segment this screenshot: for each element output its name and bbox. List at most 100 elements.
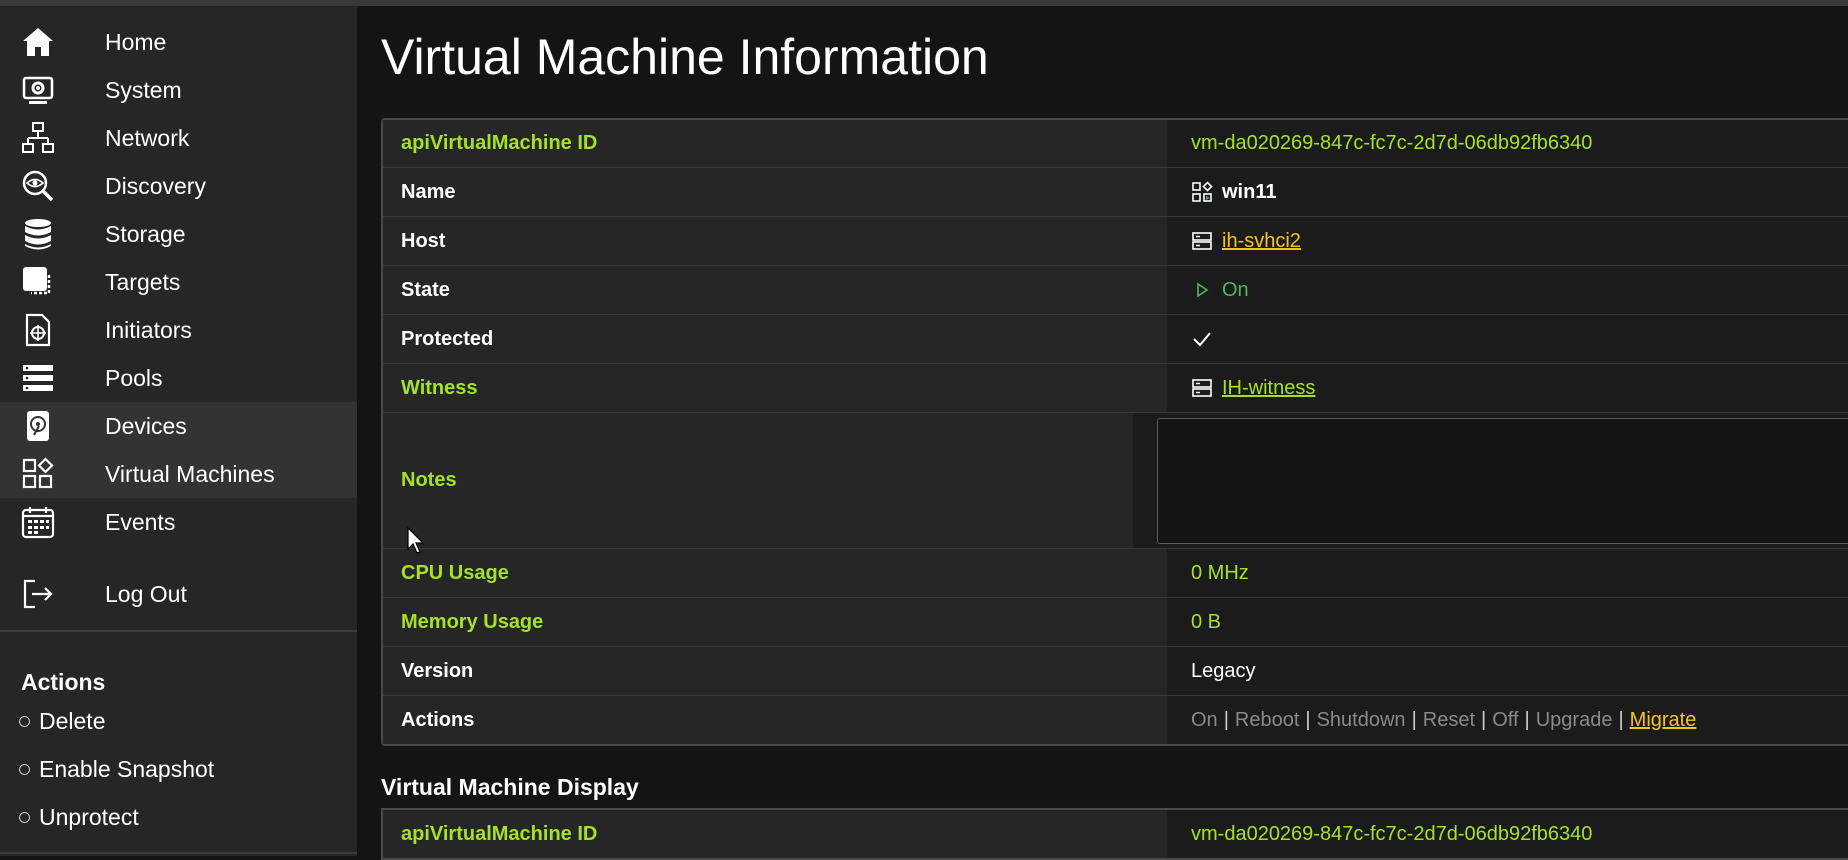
sidebar-divider	[0, 630, 357, 632]
version-label: Version	[383, 647, 1167, 695]
protected-label: Protected	[383, 315, 1167, 363]
name-cell: win11	[1167, 168, 1848, 216]
display-section-title: Virtual Machine Display	[381, 774, 639, 800]
cpu-value: 0 MHz	[1167, 549, 1848, 597]
vm-icon	[1191, 181, 1213, 203]
home-icon	[20, 26, 56, 58]
action-enable-snapshot[interactable]: Enable Snapshot	[19, 756, 214, 783]
action-reboot: Reboot	[1234, 708, 1300, 731]
state-cell: On	[1167, 266, 1848, 314]
virtual-machines-icon	[20, 457, 56, 490]
server-icon	[1191, 377, 1213, 399]
sidebar-divider	[0, 852, 357, 854]
cpu-label: CPU Usage	[383, 549, 1167, 597]
mouse-cursor-icon	[407, 527, 425, 554]
vm-display-table: apiVirtualMachine ID vm-da020269-847c-fc…	[381, 808, 1848, 860]
check-icon	[1191, 328, 1213, 350]
sidebar-item-system[interactable]: System	[0, 66, 357, 114]
sidebar-item-events[interactable]: Events	[0, 498, 357, 546]
actions-cell: On | Reboot | Shutdown | Reset | Off | U…	[1167, 696, 1848, 744]
name-value: win11	[1222, 180, 1277, 203]
witness-link[interactable]: IH-witness	[1222, 377, 1315, 400]
sidebar-item-virtual-machines[interactable]: Virtual Machines	[0, 450, 357, 498]
actions-label: Actions	[383, 696, 1167, 744]
sidebar-item-logout[interactable]: Log Out	[0, 570, 357, 618]
sidebar-item-initiators[interactable]: Initiators	[0, 306, 357, 354]
row-host: Host ih-svhci2	[383, 217, 1848, 266]
row-protected: Protected	[383, 315, 1848, 364]
bullet-icon	[19, 812, 30, 823]
separator: |	[1481, 708, 1487, 731]
action-delete[interactable]: Delete	[19, 708, 105, 735]
sidebar-actions-title: Actions	[21, 669, 106, 695]
sidebar: Home System Network Discovery Storage Ta…	[0, 6, 357, 856]
main-content: Virtual Machine Information apiVirtualMa…	[357, 6, 1848, 860]
action-reset: Reset	[1422, 708, 1476, 731]
row-cpu: CPU Usage 0 MHz	[383, 549, 1848, 598]
action-upgrade: Upgrade	[1535, 708, 1613, 731]
action-shutdown: Shutdown	[1316, 708, 1406, 731]
action-label: Unprotect	[39, 804, 139, 830]
targets-icon	[20, 266, 56, 298]
state-value: On	[1222, 278, 1249, 301]
action-off: Off	[1492, 708, 1519, 731]
sidebar-item-label: Targets	[105, 268, 181, 295]
network-icon	[20, 122, 56, 154]
action-unprotect[interactable]: Unprotect	[19, 804, 139, 831]
row-id: apiVirtualMachine ID vm-da020269-847c-fc…	[383, 120, 1848, 168]
calendar-icon	[20, 506, 56, 539]
row-version: Version Legacy	[383, 647, 1848, 696]
notes-cell	[1133, 413, 1848, 548]
action-on: On	[1191, 708, 1218, 731]
sidebar-item-label: Discovery	[105, 172, 206, 199]
discovery-eye-icon	[20, 170, 56, 202]
row-name: Name win11	[383, 168, 1848, 217]
host-link[interactable]: ih-svhci2	[1222, 230, 1301, 253]
sidebar-item-storage[interactable]: Storage	[0, 210, 357, 258]
sidebar-item-label: Log Out	[105, 580, 187, 607]
sidebar-item-label: Virtual Machines	[105, 460, 275, 487]
action-label: Delete	[39, 708, 106, 734]
sidebar-item-label: Home	[105, 28, 167, 55]
notes-textarea[interactable]	[1157, 417, 1848, 544]
display-id-value: vm-da020269-847c-fc7c-2d7d-06db92fb6340	[1167, 810, 1848, 858]
play-icon	[1191, 279, 1213, 301]
memory-value: 0 B	[1167, 598, 1848, 646]
disk-icon	[20, 410, 56, 442]
action-migrate-link[interactable]: Migrate	[1630, 709, 1697, 732]
vm-info-table: apiVirtualMachine ID vm-da020269-847c-fc…	[381, 118, 1848, 746]
state-label: State	[383, 266, 1167, 314]
database-icon	[20, 218, 56, 250]
sidebar-item-discovery[interactable]: Discovery	[0, 162, 357, 210]
separator: |	[1524, 708, 1530, 731]
sidebar-item-label: Events	[105, 508, 176, 535]
host-label: Host	[383, 217, 1167, 265]
version-value: Legacy	[1167, 647, 1848, 695]
sidebar-item-devices[interactable]: Devices	[0, 402, 357, 450]
separator: |	[1411, 708, 1417, 731]
id-value: vm-da020269-847c-fc7c-2d7d-06db92fb6340	[1167, 120, 1848, 167]
bullet-icon	[19, 764, 30, 775]
row-witness: Witness IH-witness	[383, 364, 1848, 413]
sidebar-item-network[interactable]: Network	[0, 114, 357, 162]
separator: |	[1618, 708, 1624, 731]
separator: |	[1223, 708, 1229, 731]
sidebar-item-label: Storage	[105, 220, 186, 247]
gear-monitor-icon	[20, 74, 56, 106]
sidebar-item-label: System	[105, 76, 182, 103]
host-cell: ih-svhci2	[1167, 217, 1848, 265]
sidebar-item-label: Initiators	[105, 316, 192, 343]
page-title: Virtual Machine Information	[381, 29, 989, 85]
name-label: Name	[383, 168, 1167, 216]
sidebar-item-targets[interactable]: Targets	[0, 258, 357, 306]
row-notes: Notes	[383, 413, 1848, 549]
initiators-icon	[20, 313, 56, 347]
sidebar-item-label: Devices	[105, 412, 187, 439]
display-id-label: apiVirtualMachine ID	[383, 810, 1167, 858]
row-memory: Memory Usage 0 B	[383, 598, 1848, 647]
sidebar-item-pools[interactable]: Pools	[0, 354, 357, 402]
row-actions: Actions On | Reboot | Shutdown | Reset |…	[383, 696, 1848, 744]
memory-label: Memory Usage	[383, 598, 1167, 646]
logout-icon	[20, 578, 56, 610]
sidebar-item-home[interactable]: Home	[0, 18, 357, 66]
